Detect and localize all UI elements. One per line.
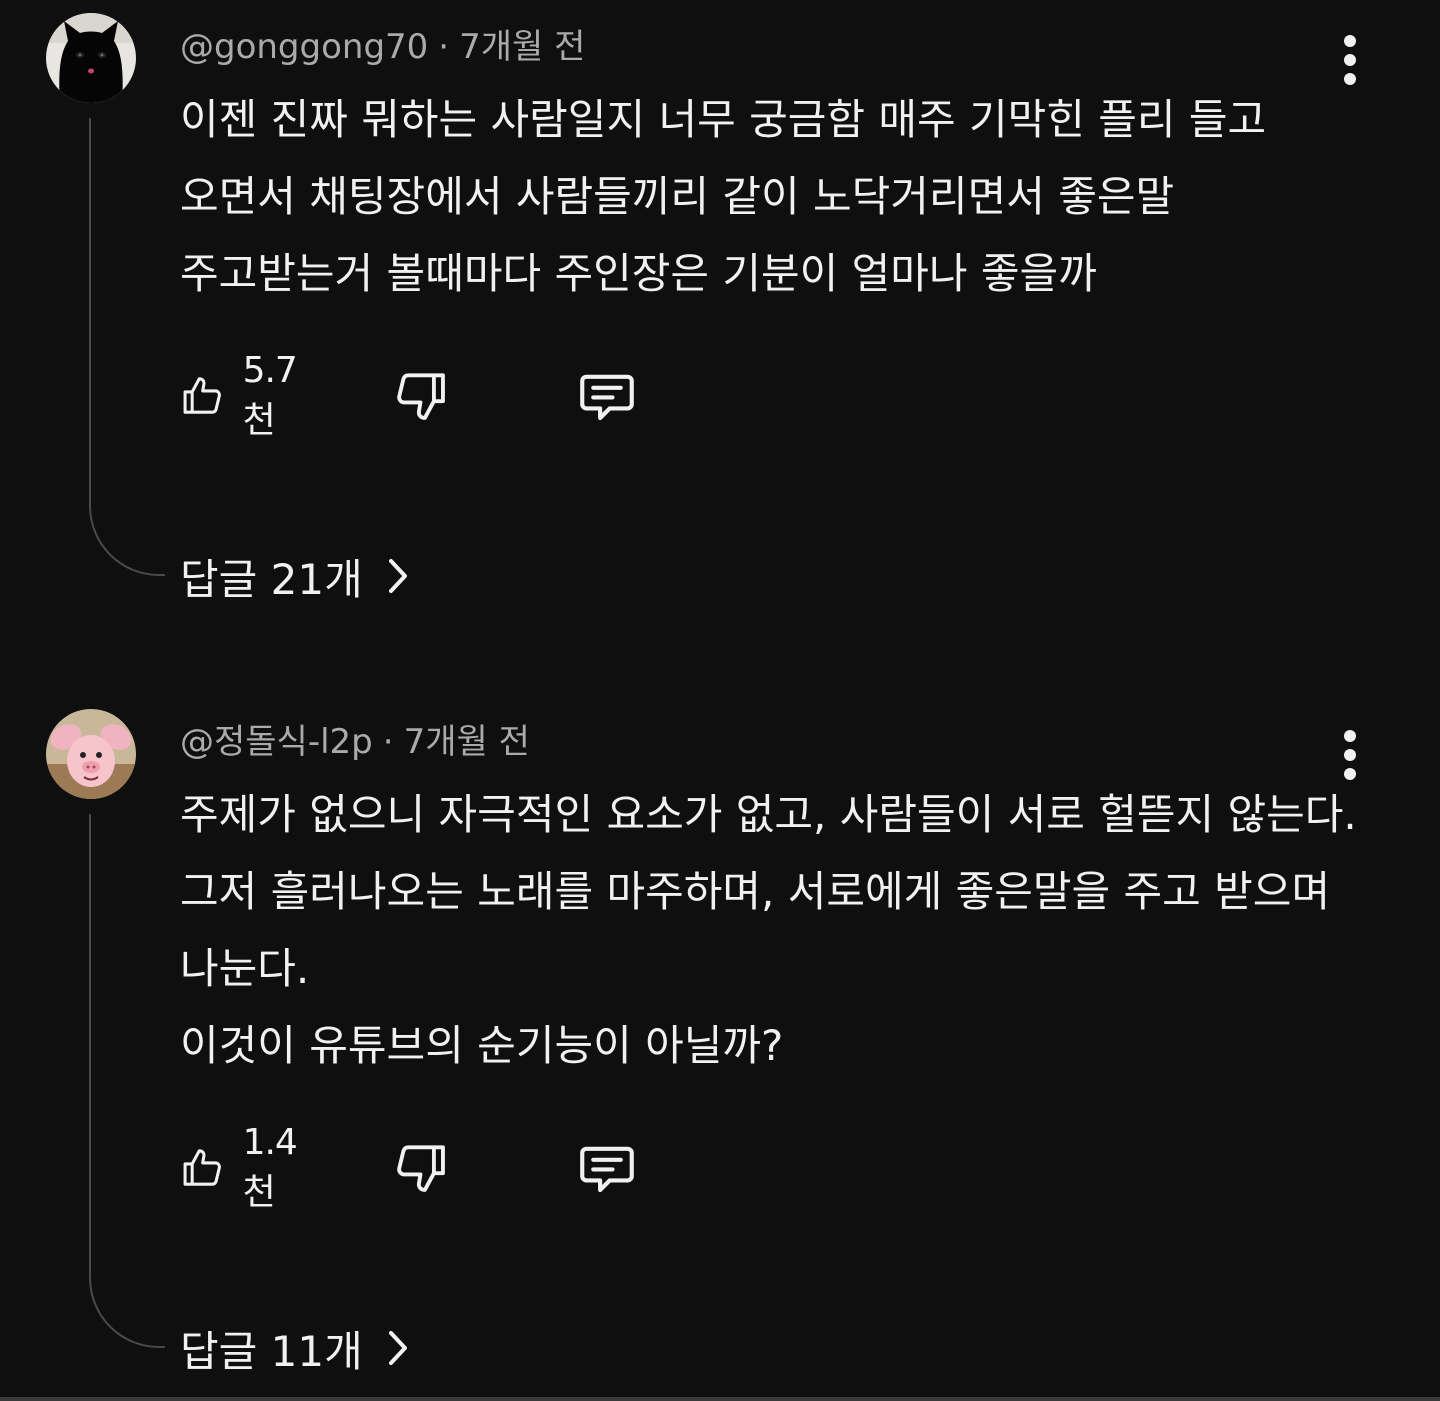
author-handle[interactable]: @gonggong70: [180, 27, 428, 67]
reply-thread-line: [89, 118, 165, 576]
thumbs-up-icon: [183, 377, 221, 414]
comment-meta: @gonggong70 · 7개월 전: [180, 27, 585, 67]
like-count: 5.7천: [242, 349, 298, 441]
comment-meta: @정돌식-l2p · 7개월 전: [180, 722, 530, 762]
comment-line: 그저 흘러나오는 노래를 마주하며, 서로에게 좋은말을 주고 받으며: [180, 867, 1331, 916]
dislike-button[interactable]: [390, 361, 452, 431]
meta-separator: ·: [382, 722, 394, 762]
more-vert-dot: [1344, 749, 1356, 761]
view-replies-button[interactable]: 답글 11개: [180, 1318, 409, 1378]
author-handle[interactable]: @정돌식-l2p: [180, 722, 373, 762]
comment-line: 나눈다.: [180, 944, 310, 993]
black-cat-avatar-icon: [46, 13, 136, 103]
comment-line: 오면서 채팅장에서 사람들끼리 같이 노닥거리면서 좋은말: [180, 172, 1175, 221]
dislike-button[interactable]: [390, 1133, 452, 1203]
like-button[interactable]: 1.4천: [178, 1122, 310, 1213]
comment-text: 주제가 없으니 자극적인 요소가 없고, 사람들이 서로 헐뜯지 않는다. 그저…: [180, 776, 1360, 1084]
comment-text: 이젠 진짜 뭐하는 사람일지 너무 궁금함 매주 기막힌 플리 들고 오면서 채…: [180, 81, 1360, 312]
comment-line: 이것이 유튜브의 순기능이 아닐까?: [180, 1021, 784, 1070]
avatar[interactable]: [46, 709, 136, 799]
view-replies-button[interactable]: 답글 21개: [180, 546, 409, 606]
replies-label: 답글 21개: [180, 554, 363, 604]
chevron-right-icon: [388, 559, 407, 593]
thumbs-up-icon: [183, 1149, 221, 1186]
comment-line: 주고받는거 볼때마다 주인장은 기분이 얼마나 좋을까: [180, 249, 1097, 298]
more-vert-dot: [1344, 35, 1356, 47]
more-vert-dot: [1344, 730, 1356, 742]
replies-label: 답글 11개: [180, 1326, 363, 1376]
reply-thread-line: [89, 814, 165, 1348]
comment-line: 이젠 진짜 뭐하는 사람일지 너무 궁금함 매주 기막힌 플리 들고: [180, 95, 1267, 144]
comment-reply-icon: [580, 1146, 634, 1193]
thumbs-down-icon: [397, 373, 445, 420]
comment-line: 주제가 없으니 자극적인 요소가 없고, 사람들이 서로 헐뜯지 않는다.: [180, 790, 1357, 839]
more-vert-dot: [1344, 54, 1356, 66]
reply-button[interactable]: [574, 1133, 640, 1203]
like-count: 1.4천: [242, 1121, 298, 1213]
comment-reply-icon: [580, 374, 634, 421]
bottom-divider: [0, 1397, 1440, 1401]
reply-button[interactable]: [574, 361, 640, 431]
pink-pig-avatar-icon: [46, 709, 136, 799]
thumbs-down-icon: [397, 1145, 445, 1192]
chevron-right-icon: [388, 1331, 407, 1365]
avatar[interactable]: [46, 13, 136, 103]
comment-time: 7개월 전: [459, 27, 586, 67]
comment-time: 7개월 전: [403, 722, 530, 762]
like-button[interactable]: 5.7천: [178, 350, 310, 441]
meta-separator: ·: [438, 27, 450, 67]
